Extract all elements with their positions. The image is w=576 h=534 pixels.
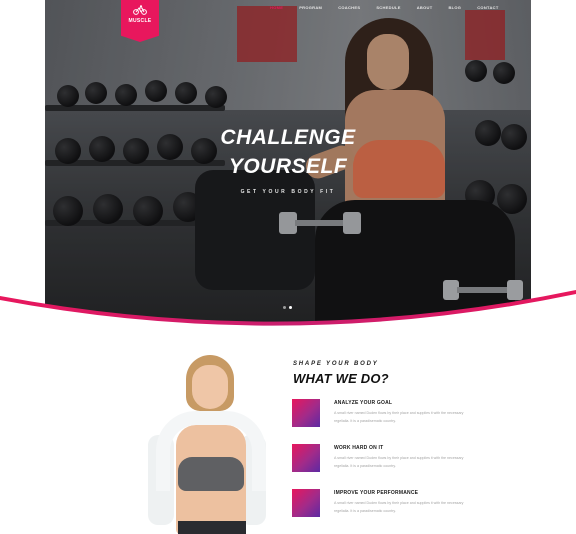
nav-item-schedule[interactable]: SCHEDULE (368, 5, 408, 10)
feature-item: WORK HARD ON IT A small river named Dude… (292, 444, 464, 476)
section-eyebrow: SHAPE YOUR BODY (293, 361, 379, 367)
hero-title-line1: CHALLENGE (220, 126, 356, 149)
brand-name: MUSCLE (128, 18, 152, 24)
feature-thumbnail (292, 399, 320, 427)
nav-item-blog[interactable]: BLOG (440, 5, 469, 10)
feature-description: A small river named Duden flows by their… (334, 456, 464, 468)
wave-divider (0, 290, 576, 336)
nav-item-contact[interactable]: CONTACT (469, 5, 506, 10)
feature-description: A small river named Duden flows by their… (334, 411, 464, 423)
feature-description: A small river named Duden flows by their… (334, 501, 464, 513)
hero-title-line2: YOURSELF (228, 155, 348, 178)
feature-item: ANALYZE YOUR GOAL A small river named Du… (292, 399, 464, 431)
brand-logo[interactable]: MUSCLE (121, 0, 159, 42)
smiling-woman-photo (120, 345, 290, 534)
shorts (178, 521, 246, 534)
feature-title: ANALYZE YOUR GOAL (334, 400, 393, 406)
feature-thumbnail (292, 444, 320, 472)
feature-title: WORK HARD ON IT (334, 445, 384, 451)
feature-thumbnail (292, 489, 320, 517)
nav-item-coaches[interactable]: COACHES (330, 5, 368, 10)
nav-item-home[interactable]: HOME (262, 5, 291, 10)
towel (156, 411, 266, 491)
feature-item: IMPROVE YOUR PERFORMANCE A small river n… (292, 489, 464, 521)
feature-title: IMPROVE YOUR PERFORMANCE (334, 490, 419, 496)
cyclist-icon (133, 5, 147, 15)
woman-face (192, 365, 228, 409)
section-title: WHAT WE DO? (293, 371, 389, 386)
main-nav: HOME PROGRAM COACHES SCHEDULE ABOUT BLOG… (262, 5, 507, 10)
hero-subtitle: GET YOUR BODY FIT (240, 189, 336, 195)
nav-item-program[interactable]: PROGRAM (291, 5, 330, 10)
nav-item-about[interactable]: ABOUT (409, 5, 441, 10)
